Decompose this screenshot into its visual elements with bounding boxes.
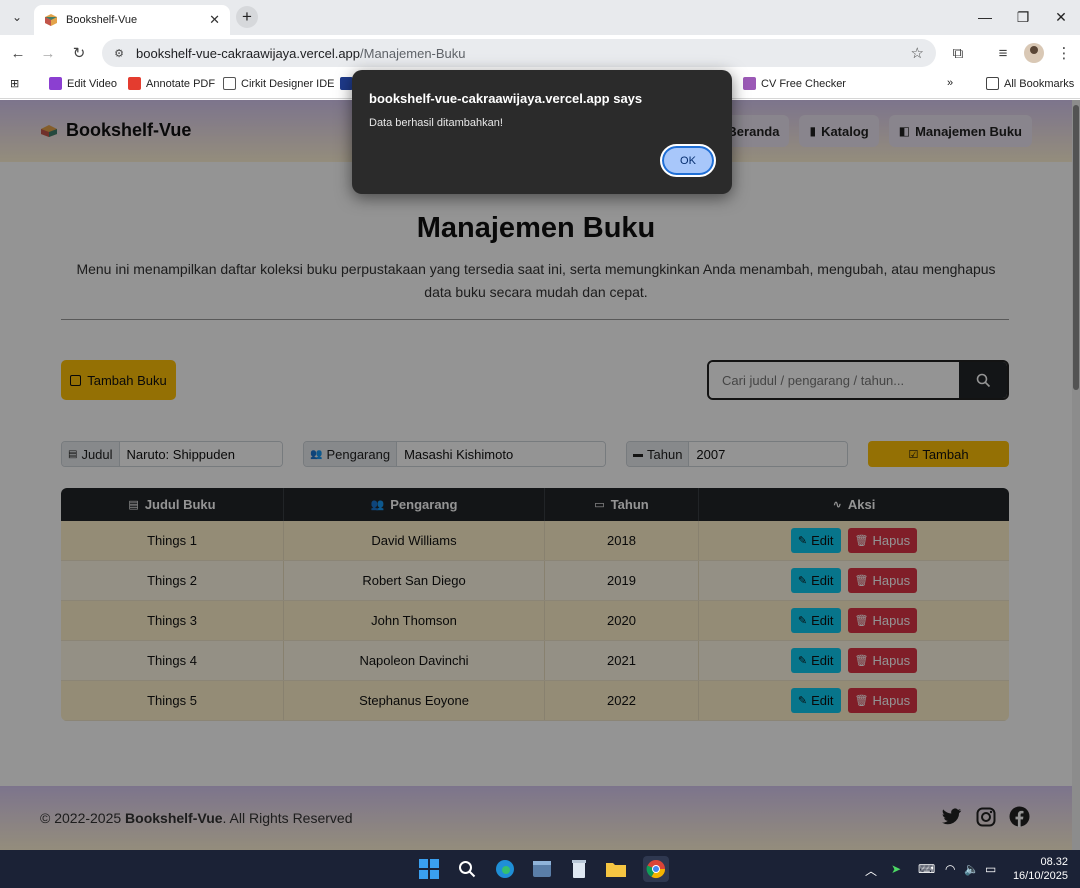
bookmark-annotate-pdf[interactable]: Annotate PDF [128, 77, 215, 90]
chrome-taskbar-icon[interactable] [643, 856, 669, 882]
reload-button[interactable]: ↻ [69, 43, 89, 63]
tab-search-button[interactable]: ⌄ [6, 7, 28, 27]
browser-tabstrip: ⌄ Bookshelf-Vue ✕ + — ❐ ✕ [0, 0, 1080, 35]
browser-toolbar: ← → ↻ ⚙ bookshelf-vue-cakraawijaya.verce… [0, 35, 1080, 71]
edge-icon[interactable] [494, 858, 516, 880]
menu-kebab-icon[interactable]: ⋮ [1054, 43, 1074, 63]
close-window-button[interactable]: ✕ [1042, 0, 1080, 34]
restore-button[interactable]: ❐ [1004, 0, 1042, 34]
ok-button[interactable]: OK [660, 144, 716, 177]
more-bookmarks-chevron-icon[interactable]: » [947, 77, 953, 89]
bookshelf-favicon-icon [45, 14, 57, 26]
recycle-bin-icon[interactable] [568, 858, 590, 880]
extensions-icon[interactable]: ⧉ [948, 43, 968, 63]
url-text: bookshelf-vue-cakraawijaya.vercel.app/Ma… [136, 45, 466, 61]
back-button[interactable]: ← [8, 43, 28, 63]
modal-backdrop [0, 100, 1080, 850]
tab-close-icon[interactable]: ✕ [209, 12, 220, 28]
profile-avatar[interactable] [1024, 43, 1044, 63]
clipchamp-icon [49, 77, 62, 90]
browser-tab[interactable]: Bookshelf-Vue ✕ [34, 5, 230, 35]
all-bookmarks-folder[interactable]: All Bookmarks [986, 77, 1074, 90]
forward-button[interactable]: → [38, 43, 58, 63]
clock-date: 16/10/2025 [1012, 870, 1068, 882]
site-info-icon[interactable]: ⚙ [112, 46, 126, 60]
terminal-icon[interactable] [531, 858, 553, 880]
minimize-button[interactable]: — [966, 0, 1004, 34]
clock-time: 08.32 [1040, 856, 1068, 868]
tab-title: Bookshelf-Vue [66, 14, 138, 26]
alert-dialog: bookshelf-vue-cakraawijaya.vercel.app sa… [352, 70, 732, 194]
system-clock[interactable]: 08.32 16/10/2025 [1013, 855, 1068, 883]
cv-checker-icon [743, 77, 756, 90]
wifi-icon[interactable]: ◠ [945, 862, 955, 876]
battery-icon[interactable]: ▭ [985, 862, 996, 876]
search-icon[interactable] [456, 858, 478, 880]
pdf-icon [128, 77, 141, 90]
bookmark-edit-video[interactable]: Edit Video [49, 77, 117, 90]
bookmark-cirkit-designer[interactable]: Cirkit Designer IDE [223, 77, 335, 90]
file-explorer-icon[interactable] [605, 858, 627, 880]
address-bar[interactable]: ⚙ bookshelf-vue-cakraawijaya.vercel.app/… [102, 39, 936, 67]
media-control-icon[interactable]: ≡ [993, 43, 1013, 63]
keyboard-icon[interactable]: ⌨ [918, 862, 935, 876]
new-tab-button[interactable]: + [236, 6, 258, 28]
location-arrow-icon[interactable]: ➤ [891, 862, 901, 876]
windows-start-icon[interactable] [418, 858, 440, 880]
bookmark-cv-free-checker[interactable]: CV Free Checker [743, 77, 846, 90]
windows-taskbar: ︿ ➤ ⌨ ◠ 🔈 ▭ 08.32 16/10/2025 [0, 850, 1080, 888]
volume-icon[interactable]: 🔈 [964, 862, 979, 876]
bookmark-star-icon[interactable]: ☆ [911, 44, 924, 62]
dialog-title: bookshelf-vue-cakraawijaya.vercel.app sa… [369, 91, 643, 106]
window-controls: — ❐ ✕ [966, 0, 1080, 34]
tray-chevron-up-icon[interactable]: ︿ [865, 862, 877, 879]
apps-grid-icon[interactable]: ⊞ [10, 77, 19, 90]
folder-icon [986, 77, 999, 90]
dialog-message: Data berhasil ditambahkan! [369, 117, 503, 129]
cirkit-icon [223, 77, 236, 90]
